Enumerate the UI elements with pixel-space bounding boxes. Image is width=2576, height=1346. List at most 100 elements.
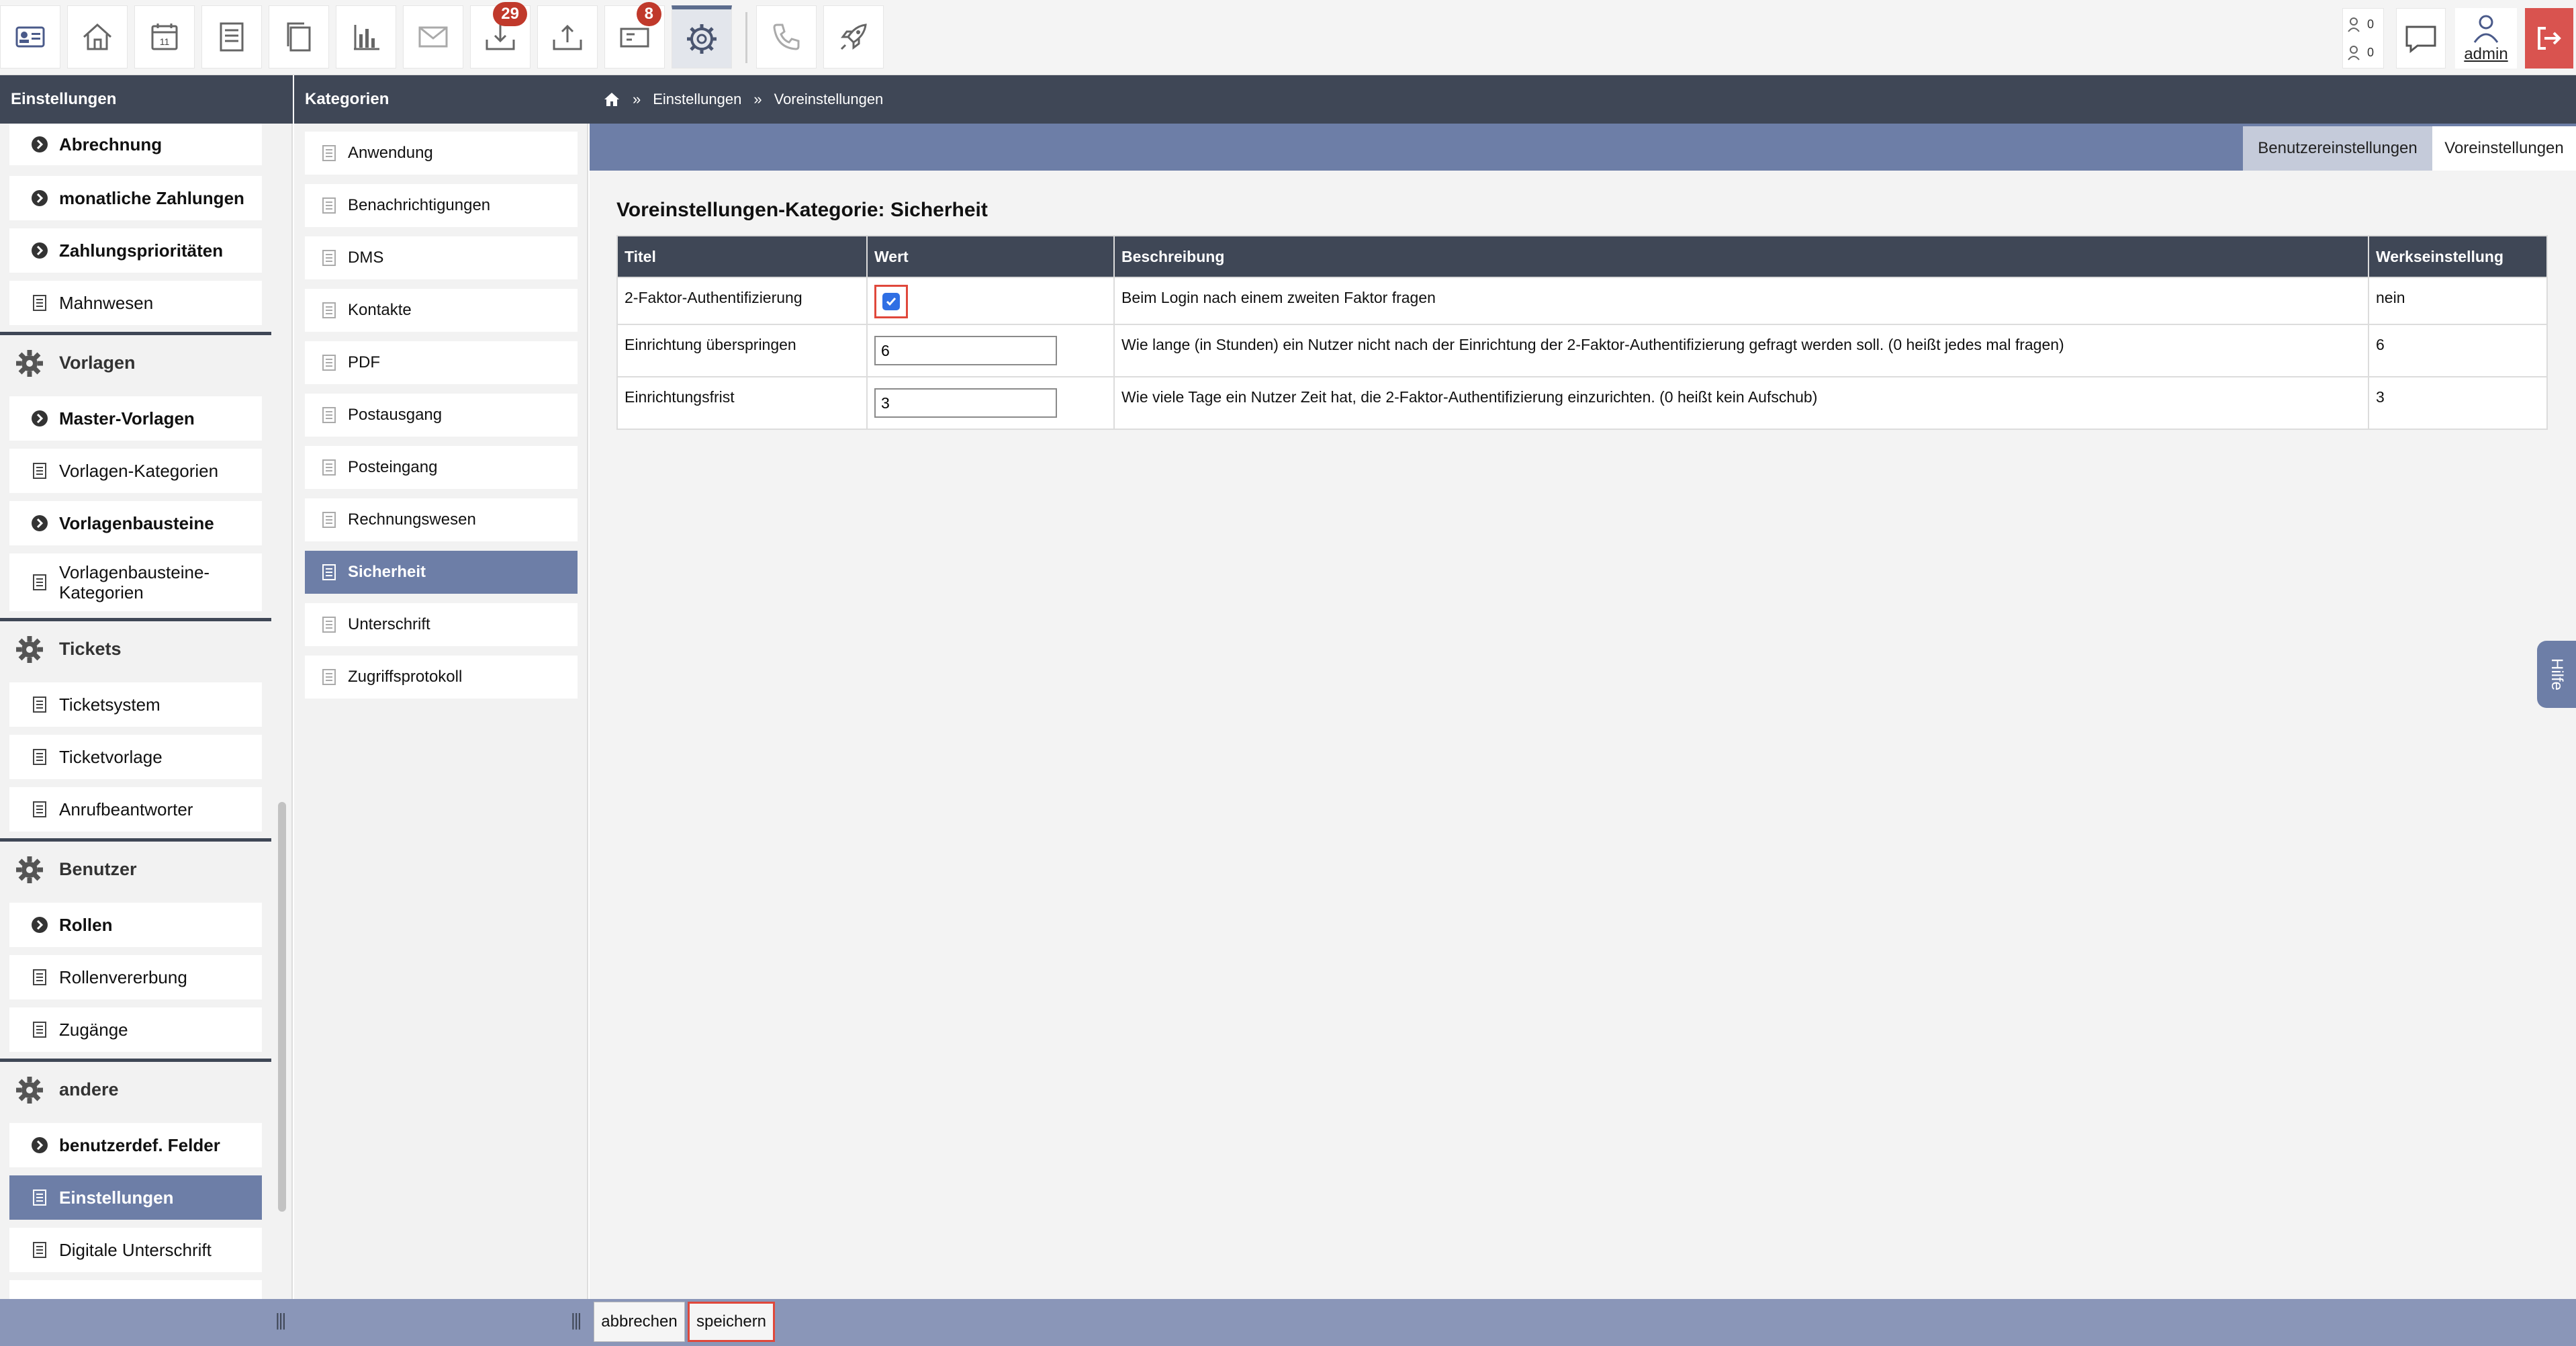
tab-bar: Benutzereinstellungen Voreinstellungen: [590, 124, 2576, 171]
phone-button[interactable]: [756, 5, 817, 69]
footer-bar: ||| ||| abbrechen speichern: [0, 1299, 2576, 1346]
chat-bubble-icon: [2405, 26, 2436, 54]
tab-benutzereinstellungen[interactable]: Benutzereinstellungen: [2243, 126, 2432, 171]
setting-title: 2-Faktor-Authentifizierung: [616, 277, 868, 325]
middle-resize-grip[interactable]: |||: [571, 1310, 582, 1331]
column-header-werkseinstellung: Werkseinstellung: [2368, 235, 2548, 278]
settings-button[interactable]: [672, 5, 732, 69]
logout-icon: [2538, 27, 2561, 50]
setting-description: Wie viele Tage ein Nutzer Zeit hat, die …: [1113, 376, 2369, 430]
page-icon: [322, 250, 336, 266]
nav-item-vorlagen-kategorien[interactable]: Vorlagen-Kategorien: [9, 449, 262, 493]
user-menu[interactable]: admin: [2455, 8, 2517, 69]
table-row: Einrichtungsfrist Wie viele Tage ein Nut…: [616, 376, 2548, 430]
category-dms[interactable]: DMS: [305, 236, 578, 279]
home-icon: [83, 23, 112, 50]
setting-default: 6: [2368, 324, 2548, 377]
two-factor-checkbox[interactable]: [882, 293, 900, 310]
breadcrumb-einstellungen[interactable]: Einstellungen: [653, 91, 741, 108]
nav-item-anrufbeantworter[interactable]: Anrufbeantworter: [9, 787, 262, 832]
files-button[interactable]: [269, 5, 329, 69]
rocket-button[interactable]: [823, 5, 884, 69]
tickets-button[interactable]: 8: [604, 2, 665, 69]
category-benachrichtigungen[interactable]: Benachrichtigungen: [305, 184, 578, 227]
page-icon: [322, 512, 336, 528]
calendar-button[interactable]: 11: [134, 5, 195, 69]
statistics-button[interactable]: [336, 5, 396, 69]
page-icon: [30, 461, 50, 481]
nav-section-vorlagen[interactable]: Vorlagen: [0, 332, 271, 391]
nav-item-vorlagenbausteine[interactable]: Vorlagenbausteine: [9, 501, 262, 545]
nav-item-zahlungsprioritaeten[interactable]: Zahlungsprioritäten: [9, 228, 262, 273]
chat-button[interactable]: [2396, 8, 2446, 69]
home-icon[interactable]: [603, 91, 620, 108]
mail-button[interactable]: [403, 5, 463, 69]
chevron-circle-icon: [30, 915, 50, 935]
setting-description: Beim Login nach einem zweiten Faktor fra…: [1113, 277, 2369, 325]
presence-counters[interactable]: 0 0: [2342, 8, 2384, 69]
nav-item-clipped[interactable]: [9, 1280, 262, 1299]
table-row: Einrichtung überspringen Wie lange (in S…: [616, 324, 2548, 377]
nav-item-ticketvorlage[interactable]: Ticketvorlage: [9, 735, 262, 779]
left-resize-grip[interactable]: |||: [275, 1310, 286, 1331]
left-panel-header: Einstellungen: [0, 75, 293, 124]
page-icon: [30, 967, 50, 987]
user-name-link[interactable]: admin: [2464, 45, 2508, 64]
tab-voreinstellungen[interactable]: Voreinstellungen: [2432, 126, 2576, 171]
category-pdf[interactable]: PDF: [305, 341, 578, 384]
category-unterschrift[interactable]: Unterschrift: [305, 603, 578, 646]
calendar-icon: 11: [151, 24, 178, 50]
cancel-button[interactable]: abbrechen: [594, 1302, 685, 1342]
setup-deadline-days-input[interactable]: [874, 388, 1057, 418]
setting-title: Einrichtung überspringen: [616, 324, 868, 377]
setting-description: Wie lange (in Stunden) ein Nutzer nicht …: [1113, 324, 2369, 377]
logout-button[interactable]: [2525, 8, 2573, 69]
nav-item-benutzerdef-felder[interactable]: benutzerdef. Felder: [9, 1123, 262, 1167]
home-button[interactable]: [67, 5, 128, 69]
help-tab[interactable]: Hilfe: [2537, 641, 2576, 708]
nav-item-einstellungen[interactable]: Einstellungen: [9, 1175, 262, 1220]
chevron-circle-icon: [30, 188, 50, 208]
nav-item-rollen[interactable]: Rollen: [9, 903, 262, 947]
document-button[interactable]: [201, 5, 262, 69]
nav-item-vorlagenbausteine-kategorien[interactable]: Vorlagenbausteine-Kategorien: [9, 553, 262, 611]
category-kontakte[interactable]: Kontakte: [305, 289, 578, 332]
category-postausgang[interactable]: Postausgang: [305, 394, 578, 437]
top-toolbar: 11 29 8 0 0 admin: [0, 0, 2576, 75]
contacts-button[interactable]: [0, 5, 60, 69]
outbox-button[interactable]: [537, 5, 598, 69]
nav-item-mahnwesen[interactable]: Mahnwesen: [9, 281, 262, 325]
category-zugriffsprotokoll[interactable]: Zugriffsprotokoll: [305, 656, 578, 699]
page-icon: [30, 1240, 50, 1260]
breadcrumb: » Einstellungen » Voreinstellungen: [590, 75, 2576, 124]
nav-item-digitale-unterschrift[interactable]: Digitale Unterschrift: [9, 1228, 262, 1272]
phone-icon: [773, 24, 800, 50]
category-sicherheit[interactable]: Sicherheit: [305, 551, 578, 594]
category-rechnungswesen[interactable]: Rechnungswesen: [305, 498, 578, 541]
skip-setup-hours-input[interactable]: [874, 336, 1057, 365]
nav-section-tickets[interactable]: Tickets: [0, 618, 271, 677]
category-anwendung[interactable]: Anwendung: [305, 132, 578, 175]
save-button[interactable]: speichern: [688, 1302, 775, 1342]
page-icon: [322, 669, 336, 685]
page-icon: [30, 1020, 50, 1040]
category-posteingang[interactable]: Posteingang: [305, 446, 578, 489]
left-scrollbar-thumb[interactable]: [278, 802, 286, 1212]
nav-item-zugaenge[interactable]: Zugänge: [9, 1007, 262, 1052]
nav-item-master-vorlagen[interactable]: Master-Vorlagen: [9, 396, 262, 441]
setting-default: 3: [2368, 376, 2548, 430]
nav-item-ticketsystem[interactable]: Ticketsystem: [9, 682, 262, 727]
breadcrumb-voreinstellungen[interactable]: Voreinstellungen: [774, 91, 884, 108]
nav-item-abrechnung[interactable]: Abrechnung: [9, 124, 262, 165]
nav-section-benutzer[interactable]: Benutzer: [0, 838, 271, 897]
envelope-icon: [418, 26, 448, 48]
document-icon: [220, 22, 244, 52]
address-card-icon: [15, 26, 45, 48]
setting-value: [866, 376, 1115, 430]
nav-item-rollenvererbung[interactable]: Rollenvererbung: [9, 955, 262, 999]
nav-section-andere[interactable]: andere: [0, 1059, 271, 1118]
inbox-button[interactable]: 29: [470, 2, 531, 69]
page-icon: [30, 572, 50, 592]
nav-item-monatliche-zahlungen[interactable]: monatliche Zahlungen: [9, 176, 262, 220]
page-icon: [322, 459, 336, 476]
